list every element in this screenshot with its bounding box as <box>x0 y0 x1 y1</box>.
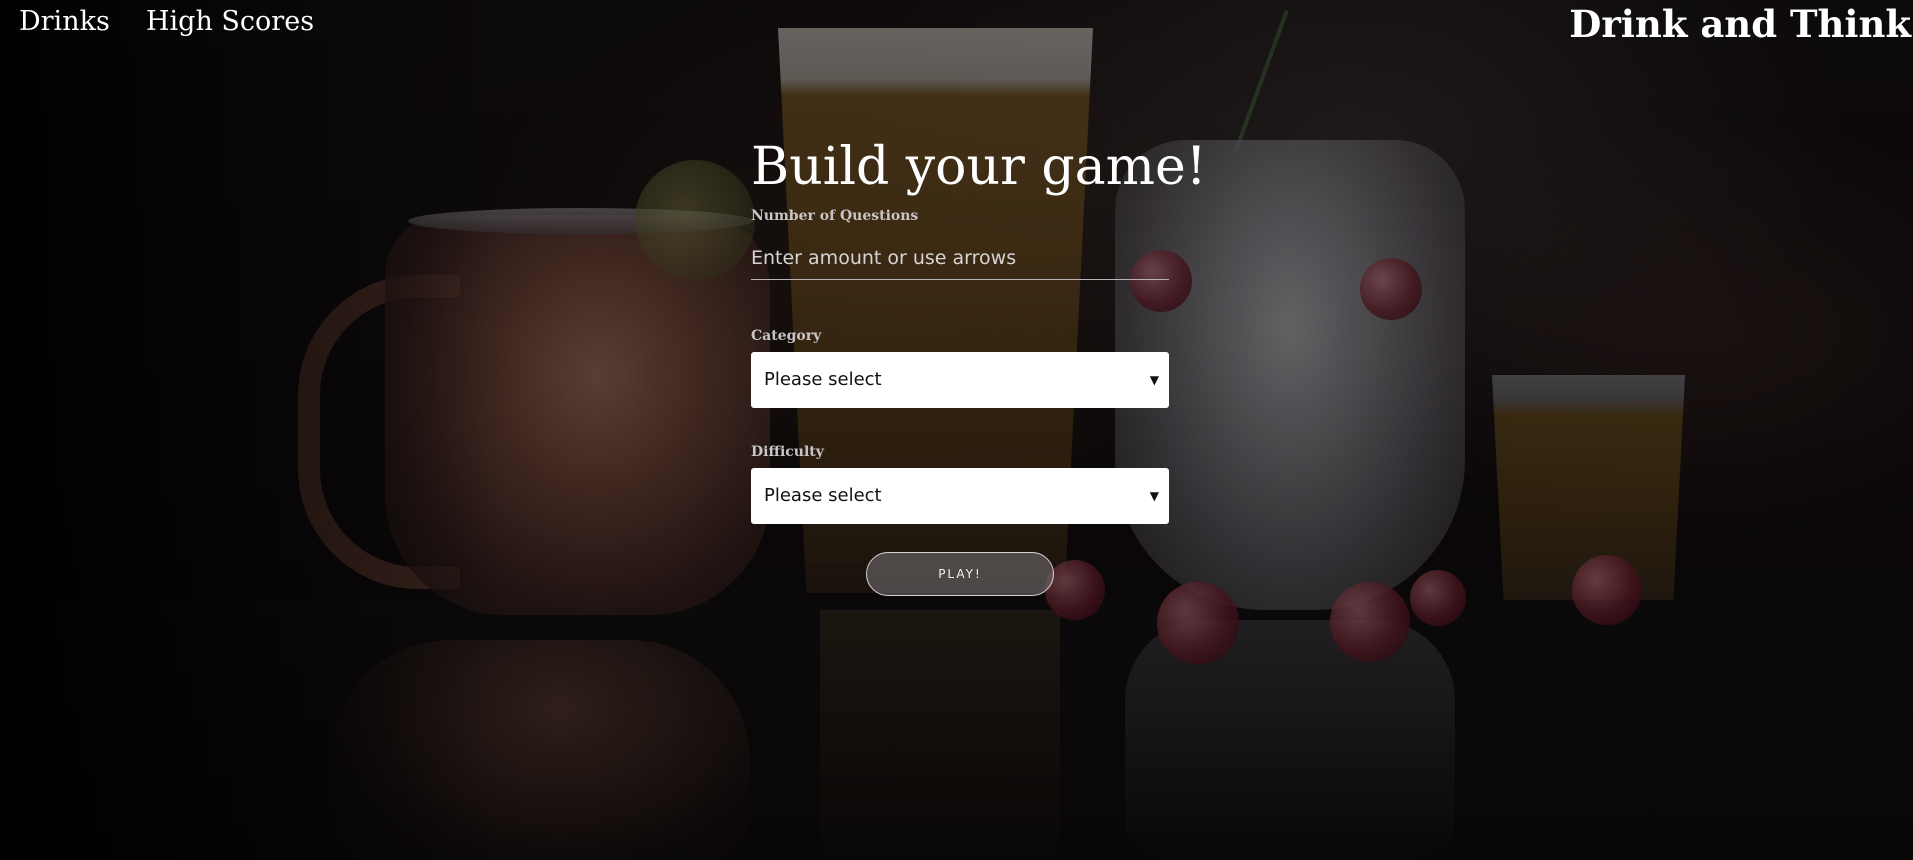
nav-link-high-scores[interactable]: High Scores <box>146 6 314 37</box>
brand-title: Drink and Think <box>1569 2 1911 46</box>
chevron-down-icon: ▼ <box>1149 373 1159 387</box>
questions-input[interactable] <box>751 236 1169 280</box>
difficulty-label: Difficulty <box>751 444 824 460</box>
game-setup-form: Build your game! Number of Questions Cat… <box>751 130 1207 596</box>
page: Drinks High Scores Drink and Think Build… <box>0 0 1913 860</box>
top-nav: Drinks High Scores Drink and Think <box>0 0 1913 50</box>
category-select[interactable]: Please select ▼ <box>751 352 1169 408</box>
questions-label: Number of Questions <box>751 208 919 224</box>
nav-link-drinks[interactable]: Drinks <box>19 6 110 37</box>
category-select-value[interactable]: Please select <box>751 352 1169 408</box>
chevron-down-icon: ▼ <box>1149 489 1159 503</box>
difficulty-select[interactable]: Please select ▼ <box>751 468 1169 524</box>
difficulty-select-value[interactable]: Please select <box>751 468 1169 524</box>
form-title: Build your game! <box>751 137 1207 197</box>
play-button[interactable]: PLAY! <box>866 552 1054 596</box>
category-label: Category <box>751 328 822 344</box>
